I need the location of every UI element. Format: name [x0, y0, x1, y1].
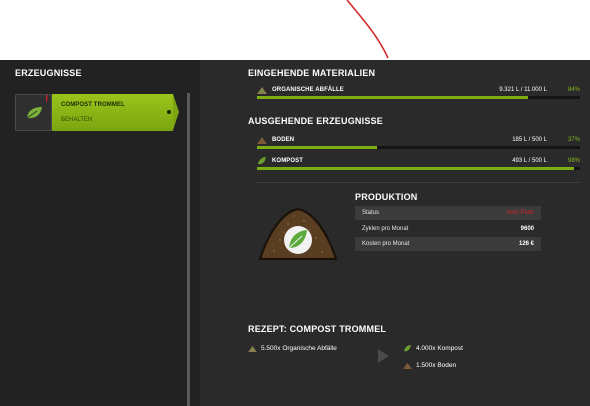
- cycles-value: 9600: [520, 226, 534, 232]
- material-name: KOMPOST: [272, 158, 304, 164]
- material-amount: 493 L / 500 L: [512, 158, 547, 164]
- material-amount: 185 L / 500 L: [512, 137, 547, 143]
- alert-icon: !: [45, 94, 49, 105]
- recipe-output-text: 1.500x Boden: [416, 362, 457, 370]
- fill-bar: [257, 146, 377, 149]
- production-status-row: Status Kein Platz: [355, 206, 541, 220]
- material-percent: 98%: [567, 158, 580, 164]
- status-value: Kein Platz: [506, 210, 534, 216]
- cycles-label: Zyklen pro Monat: [362, 226, 409, 232]
- material-percent: 37%: [567, 137, 580, 143]
- product-name: COMPOST TROMMEL: [61, 102, 125, 108]
- card-pointer: [173, 94, 179, 130]
- cycles-per-month-row: Zyklen pro Monat 9600: [355, 222, 541, 236]
- fill-bar: [257, 96, 529, 99]
- section-divider: [257, 182, 580, 183]
- incoming-materials-title: EINGEHENDE MATERIALIEN: [248, 68, 376, 78]
- fill-bar-track: [257, 96, 580, 99]
- production-title: PRODUKTION: [355, 192, 418, 202]
- organic-waste-icon: [257, 87, 267, 94]
- selected-dot-icon: [167, 110, 171, 114]
- fill-bar: [257, 167, 574, 170]
- outgoing-products-title: AUSGEHENDE ERZEUGNISSE: [248, 116, 383, 126]
- recipe-output-soil: 1.500x Boden: [403, 362, 456, 369]
- compost-icon: [258, 157, 266, 165]
- products-panel: ERZEUGNISSE ! COMPOST TROMMEL BEHALTEN: [0, 60, 200, 406]
- recipe-arrow-icon: [378, 349, 389, 363]
- details-panel: EINGEHENDE MATERIALIEN ORGANISCHE ABFÄLL…: [200, 60, 590, 406]
- recipe-output-text: 4.000x Kompost: [416, 345, 463, 353]
- fill-bar-track: [257, 146, 580, 149]
- material-name: ORGANISCHE ABFÄLLE: [272, 87, 344, 93]
- products-title: ERZEUGNISSE: [15, 68, 82, 78]
- material-row-soil: BODEN 185 L / 500 L 37%: [257, 136, 580, 152]
- annotation-line: [346, 0, 389, 59]
- product-card-compost-trommel[interactable]: ! COMPOST TROMMEL BEHALTEN: [15, 94, 179, 131]
- status-label: Status: [362, 210, 380, 216]
- soil-icon: [403, 362, 412, 369]
- organic-waste-icon: [248, 345, 257, 352]
- compost-heap-icon: [258, 207, 338, 261]
- compost-icon: [404, 345, 411, 352]
- costs-value: 126 €: [518, 241, 534, 247]
- recipe-input-text: 5.500x Organische Abfälle: [261, 345, 337, 353]
- material-name: BODEN: [272, 137, 295, 143]
- production-screen: ERZEUGNISSE ! COMPOST TROMMEL BEHALTEN E…: [0, 60, 590, 406]
- recipe-input-organic-waste: 5.500x Organische Abfälle: [248, 345, 337, 352]
- soil-icon: [257, 137, 267, 144]
- product-status: BEHALTEN: [61, 117, 93, 123]
- products-scrollbar[interactable]: [187, 93, 190, 406]
- product-label-box[interactable]: COMPOST TROMMEL BEHALTEN: [52, 94, 173, 131]
- fill-bar-track: [257, 167, 580, 170]
- material-amount: 9.321 L / 11.000 L: [499, 87, 547, 93]
- costs-per-month-row: Kosten pro Monat 126 €: [355, 237, 541, 251]
- material-row-compost: KOMPOST 493 L / 500 L 98%: [257, 157, 580, 173]
- material-row-organic-waste: ORGANISCHE ABFÄLLE 9.321 L / 11.000 L 84…: [257, 86, 580, 102]
- recipe-output-compost: 4.000x Kompost: [403, 345, 463, 352]
- recipe-title: REZEPT: COMPOST TROMMEL: [248, 324, 387, 334]
- material-percent: 84%: [567, 87, 580, 93]
- leaf-icon: [26, 106, 42, 118]
- costs-label: Kosten pro Monat: [362, 241, 410, 247]
